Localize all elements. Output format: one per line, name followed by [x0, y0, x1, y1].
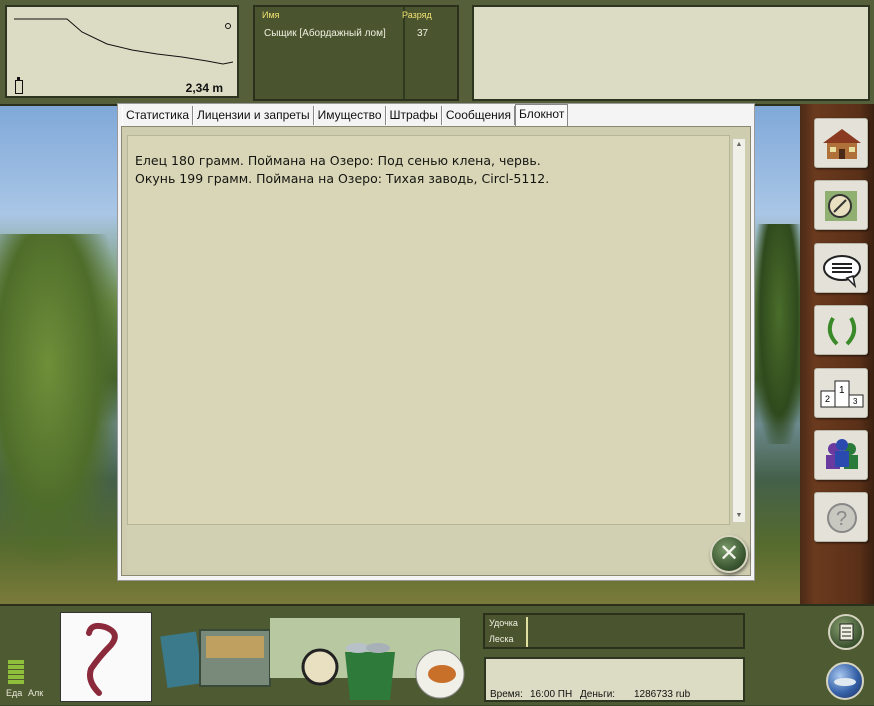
alcohol-label: Алк	[28, 688, 44, 698]
close-icon: ✕	[718, 540, 740, 567]
depth-value: 2,34 m	[185, 81, 223, 95]
notebook-frame: Елец 180 грамм. Поймана на Озеро: Под се…	[121, 126, 751, 576]
food-meter	[8, 660, 24, 686]
help-question-icon: ?	[827, 503, 857, 533]
achievements-button[interactable]	[814, 305, 868, 355]
worm-bait-icon	[86, 622, 118, 696]
svg-text:3: 3	[853, 397, 858, 406]
players-header-rank: Разряд	[402, 10, 432, 20]
compass-map-icon	[825, 191, 857, 221]
players-group-icon	[826, 439, 858, 469]
map-button[interactable]	[814, 180, 868, 230]
notebook-dialog: Статистика Лицензии и запреты Имущество …	[117, 103, 755, 581]
food-label: Еда	[6, 688, 23, 698]
line-label: Леска	[489, 634, 514, 644]
close-button[interactable]: ✕	[710, 535, 748, 573]
tab-fines[interactable]: Штрафы	[385, 106, 442, 125]
players-button[interactable]	[814, 430, 868, 480]
help-button[interactable]: ?	[814, 492, 868, 542]
tab-property[interactable]: Имущество	[313, 106, 386, 125]
menu-list-icon	[839, 623, 854, 641]
rating-button[interactable]: 12 3	[814, 368, 868, 418]
money-value: 1286733 rub	[634, 689, 691, 700]
scroll-down-arrow-icon[interactable]: ▼	[733, 510, 745, 522]
bottom-panel: Еда Алк Удочка Леска Время: 16:00 ПН Ден…	[0, 604, 874, 705]
rod-label: Удочка	[489, 618, 518, 628]
house-icon	[823, 129, 861, 159]
bait-slot[interactable]	[60, 612, 152, 702]
svg-text:?: ?	[836, 508, 847, 530]
fish-bucket-icon	[345, 652, 395, 700]
chat-bubble-icon	[823, 255, 861, 289]
menu-button[interactable]	[828, 614, 864, 650]
book-icon	[160, 631, 204, 688]
notebook-text-area[interactable]: Елец 180 грамм. Поймана на Озеро: Под се…	[127, 135, 730, 525]
column-divider	[403, 7, 405, 99]
tab-bar: Статистика Лицензии и запреты Имущество …	[122, 104, 569, 127]
notebook-footer	[127, 525, 730, 571]
player-rank: 37	[417, 28, 429, 39]
tab-messages[interactable]: Сообщения	[441, 106, 515, 125]
svg-text:2: 2	[825, 394, 830, 404]
players-list: Имя Разряд Сыщик [Абордажный лом] 37	[253, 5, 459, 101]
info-panel	[472, 5, 870, 101]
notebook-line: Окунь 199 грамм. Поймана на Озеро: Тихая…	[135, 171, 550, 186]
vertical-scrollbar[interactable]: ▲ ▼	[732, 139, 745, 522]
rod-info: Удочка Леска	[483, 613, 745, 649]
tab-notebook[interactable]: Блокнот	[515, 104, 569, 127]
globe-button[interactable]	[826, 662, 864, 700]
status-panel: Время: 16:00 ПН Деньги: 1286733 rub	[484, 657, 745, 702]
float-marker-icon	[225, 23, 231, 29]
time-value: 16:00 ПН	[530, 689, 573, 700]
notebook-line: Елец 180 грамм. Поймана на Озеро: Под се…	[135, 153, 541, 168]
time-label: Время:	[490, 689, 523, 700]
house-button[interactable]	[814, 118, 868, 168]
tab-licenses[interactable]: Лицензии и запреты	[193, 106, 314, 125]
top-panel: 2,34 m Имя Разряд Сыщик [Абордажный лом]…	[0, 0, 874, 106]
money-label: Деньги:	[580, 689, 616, 700]
inventory-tools	[160, 618, 465, 700]
scroll-up-arrow-icon[interactable]: ▲	[733, 139, 745, 151]
rod-divider	[526, 617, 528, 647]
podium-icon: 12 3	[820, 380, 864, 408]
battery-icon	[15, 77, 23, 94]
svg-text:1: 1	[839, 385, 845, 396]
foliage-right	[755, 224, 803, 444]
compass-icon	[301, 648, 339, 686]
player-name[interactable]: Сыщик [Абордажный лом]	[264, 28, 386, 39]
laurel-icon	[827, 317, 857, 346]
foliage-left	[0, 234, 120, 564]
depth-profile-panel: 2,34 m	[5, 5, 239, 98]
globe-fish-icon	[834, 678, 856, 686]
players-header-name: Имя	[262, 10, 280, 20]
right-toolbar: 12 3 ?	[800, 104, 874, 604]
tab-statistics[interactable]: Статистика	[122, 106, 194, 125]
chat-button[interactable]	[814, 243, 868, 293]
